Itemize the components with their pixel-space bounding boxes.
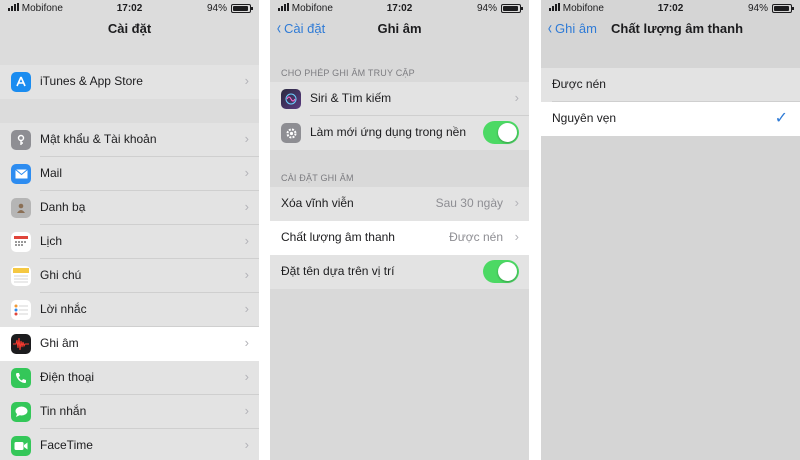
back-button[interactable]: ‹ Ghi âm xyxy=(547,18,597,38)
status-bar: Mobifone 17:02 94% xyxy=(0,0,259,16)
chevron-right-icon: › xyxy=(244,301,249,316)
voice-memos-screen: Mobifone 17:02 94% ‹ Cài đặt Ghi âm CHO … xyxy=(270,0,529,460)
settings-screen: Mobifone 17:02 94% Cài đặt iTunes & App … xyxy=(0,0,259,460)
siri-search-row[interactable]: Siri & Tìm kiếm › xyxy=(270,82,529,116)
chevron-right-icon: › xyxy=(514,229,519,244)
settings-item-voice-memos[interactable]: Ghi âm › xyxy=(0,327,259,361)
settings-item-facetime[interactable]: FaceTime › xyxy=(0,429,259,460)
siri-icon xyxy=(281,89,301,109)
chevron-right-icon: › xyxy=(244,233,249,248)
contacts-icon xyxy=(11,198,31,218)
chevron-right-icon: › xyxy=(244,131,249,146)
settings-item-passwords[interactable]: Mật khẩu & Tài khoản › xyxy=(0,123,259,157)
settings-item-label: Điện thoại xyxy=(40,370,95,384)
battery-icon xyxy=(772,4,794,13)
settings-item-label: Ghi âm xyxy=(40,336,79,350)
section-header-access: CHO PHÉP GHI ÂM TRUY CẬP xyxy=(281,68,415,78)
chevron-left-icon: ‹ xyxy=(547,18,553,38)
settings-item-label: Lịch xyxy=(40,234,63,248)
settings-item-phone[interactable]: Điện thoại › xyxy=(0,361,259,395)
section-header-recording: CÀI ĐẶT GHI ÂM xyxy=(281,173,354,183)
key-icon xyxy=(11,130,31,150)
background-refresh-toggle[interactable] xyxy=(483,121,519,144)
settings-item-label: Ghi chú xyxy=(40,268,82,282)
settings-item-label: Mail xyxy=(40,166,63,180)
row-label: Xóa vĩnh viễn xyxy=(281,196,354,210)
row-label: Chất lượng âm thanh xyxy=(281,230,395,244)
app-store-icon xyxy=(11,72,31,92)
page-title: Cài đặt xyxy=(107,21,152,36)
gear-icon xyxy=(281,123,301,143)
location-naming-toggle[interactable] xyxy=(483,260,519,283)
status-bar: Mobifone 17:02 94% xyxy=(270,0,529,16)
facetime-icon xyxy=(11,436,31,456)
settings-item-notes[interactable]: Ghi chú › xyxy=(0,259,259,293)
chevron-right-icon: › xyxy=(514,195,519,210)
settings-item-reminders[interactable]: Lời nhắc › xyxy=(0,293,259,327)
battery-icon xyxy=(501,4,523,13)
chevron-right-icon: › xyxy=(244,335,249,350)
battery-percent: 94% xyxy=(476,3,497,14)
chevron-right-icon: › xyxy=(244,437,249,452)
settings-item-label: Danh bạ xyxy=(40,200,86,214)
nav-bar: ‹ Ghi âm Chất lượng âm thanh xyxy=(541,16,800,44)
settings-item-label: FaceTime xyxy=(40,438,93,452)
chevron-right-icon: › xyxy=(244,73,249,88)
settings-item-label: Lời nhắc xyxy=(40,302,87,316)
battery-percent: 94% xyxy=(747,3,768,14)
option-lossless[interactable]: Nguyên vẹn ✓ xyxy=(541,102,800,136)
back-label: Ghi âm xyxy=(555,21,597,36)
status-bar: Mobifone 17:02 94% xyxy=(541,0,800,16)
nav-bar: ‹ Cài đặt Ghi âm xyxy=(270,16,529,44)
row-label: Siri & Tìm kiếm xyxy=(310,91,392,105)
settings-item-itunes[interactable]: iTunes & App Store › xyxy=(0,65,259,99)
chevron-right-icon: › xyxy=(514,90,519,105)
phone-icon xyxy=(11,368,31,388)
status-right: 94% xyxy=(747,3,794,14)
settings-item-label: Mật khẩu & Tài khoản xyxy=(40,132,157,146)
battery-percent: 94% xyxy=(206,3,227,14)
checkmark-icon: ✓ xyxy=(774,110,788,127)
voice-memos-icon xyxy=(11,334,31,354)
location-naming-row: Đặt tên dựa trên vị trí xyxy=(270,255,529,289)
row-label: Làm mới ứng dụng trong nền xyxy=(310,125,466,139)
chevron-right-icon: › xyxy=(244,403,249,418)
row-value: Được nén xyxy=(449,230,503,244)
battery-icon xyxy=(231,4,253,13)
page-title: Ghi âm xyxy=(377,21,422,36)
chevron-right-icon: › xyxy=(244,199,249,214)
messages-icon xyxy=(11,402,31,422)
settings-item-calendar[interactable]: Lịch › xyxy=(0,225,259,259)
settings-item-messages[interactable]: Tin nhắn › xyxy=(0,395,259,429)
chevron-right-icon: › xyxy=(244,267,249,282)
option-compressed[interactable]: Được nén xyxy=(541,68,800,102)
settings-item-contacts[interactable]: Danh bạ › xyxy=(0,191,259,225)
audio-quality-screen: Mobifone 17:02 94% ‹ Ghi âm Chất lượng â… xyxy=(541,0,800,460)
audio-quality-row[interactable]: Chất lượng âm thanh Được nén › xyxy=(270,221,529,255)
row-value: Sau 30 ngày xyxy=(435,196,503,210)
reminders-icon xyxy=(11,300,31,320)
row-label: Đặt tên dựa trên vị trí xyxy=(281,264,395,278)
calendar-icon xyxy=(11,232,31,252)
status-right: 94% xyxy=(206,3,253,14)
chevron-right-icon: › xyxy=(244,165,249,180)
clear-deleted-row[interactable]: Xóa vĩnh viễn Sau 30 ngày › xyxy=(270,187,529,221)
settings-item-label: iTunes & App Store xyxy=(40,74,143,88)
settings-item-label: Tin nhắn xyxy=(40,404,87,418)
option-label: Được nén xyxy=(552,77,606,91)
page-title: Chất lượng âm thanh xyxy=(611,21,744,36)
notes-icon xyxy=(11,266,31,286)
chevron-right-icon: › xyxy=(244,369,249,384)
settings-item-mail[interactable]: Mail › xyxy=(0,157,259,191)
option-label: Nguyên vẹn xyxy=(552,111,617,125)
background-refresh-row: Làm mới ứng dụng trong nền xyxy=(270,116,529,150)
status-right: 94% xyxy=(476,3,523,14)
nav-bar: Cài đặt xyxy=(0,16,259,44)
mail-icon xyxy=(11,164,31,184)
